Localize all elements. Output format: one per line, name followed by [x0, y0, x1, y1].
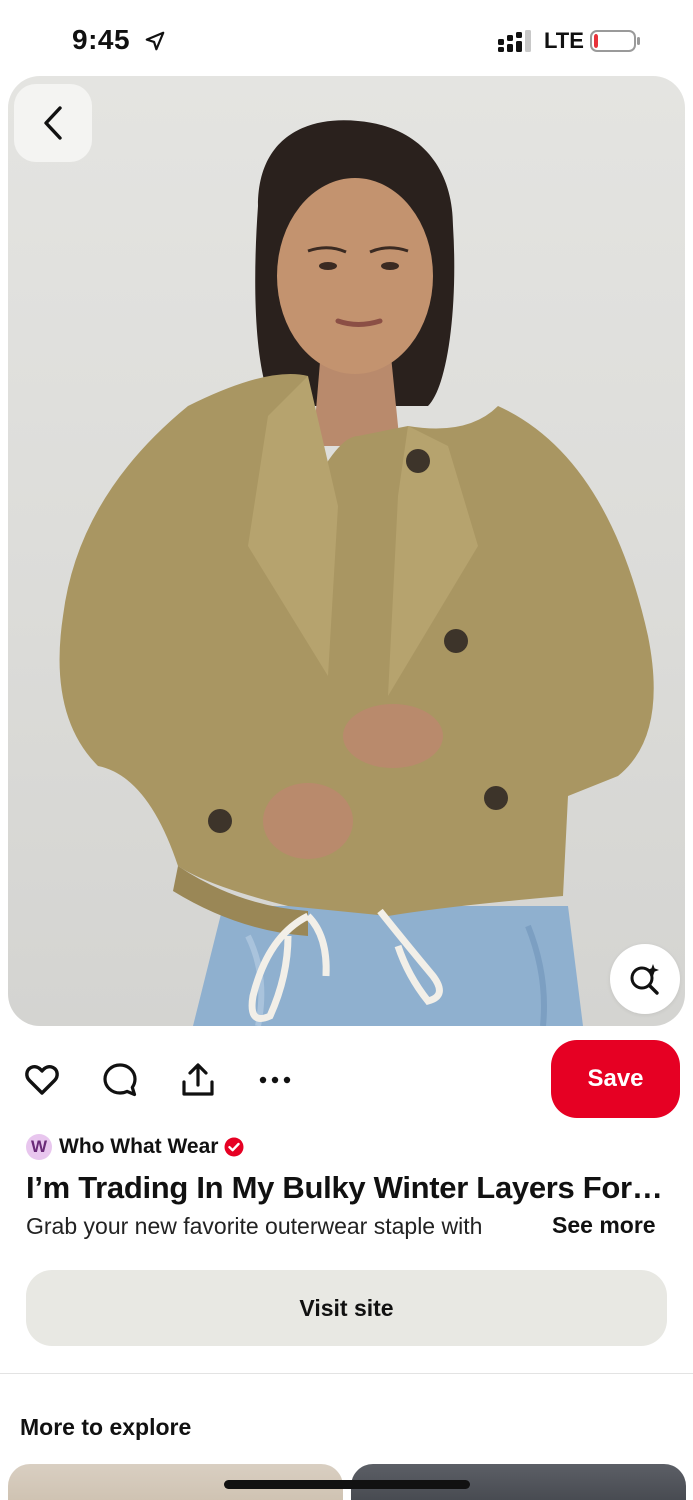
- pin-description: Grab your new favorite outerwear staple …: [26, 1213, 483, 1239]
- sparkle-search-icon: [630, 964, 659, 995]
- network-type: LTE: [544, 28, 584, 53]
- share-icon: [182, 1063, 214, 1096]
- comment-icon: [103, 1063, 137, 1097]
- more-icon: [259, 1076, 291, 1084]
- more-options-button[interactable]: [255, 1060, 295, 1100]
- creator-row[interactable]: W Who What Wear: [26, 1133, 244, 1161]
- status-time: 9:45: [72, 24, 131, 55]
- share-button[interactable]: [178, 1060, 218, 1100]
- pin-title: I’m Trading In My Bulky Winter Layers Fo…: [26, 1170, 663, 1205]
- section-divider: [0, 1373, 693, 1374]
- like-button[interactable]: [22, 1060, 62, 1100]
- pin-actions: Save: [0, 1040, 693, 1118]
- more-to-explore-heading: More to explore: [20, 1414, 192, 1440]
- visit-site-button[interactable]: Visit site: [26, 1270, 667, 1346]
- signal-icon: [498, 30, 531, 52]
- creator-name[interactable]: Who What Wear: [59, 1135, 218, 1159]
- back-button[interactable]: [14, 84, 92, 162]
- battery-icon: [590, 30, 640, 52]
- pin-photo: [59, 120, 654, 1026]
- visual-search-button[interactable]: [610, 944, 680, 1014]
- heart-icon: [25, 1064, 59, 1095]
- status-bar: 9:45 LTE: [0, 0, 693, 76]
- pin-image[interactable]: [8, 76, 685, 1026]
- save-button[interactable]: Save: [551, 1040, 680, 1118]
- creator-avatar[interactable]: W: [26, 1134, 52, 1160]
- comment-button[interactable]: [100, 1060, 140, 1100]
- see-more-link[interactable]: See more: [552, 1212, 656, 1239]
- verified-badge-icon: [224, 1137, 244, 1157]
- home-indicator: [224, 1480, 470, 1489]
- location-arrow-icon: [145, 31, 165, 51]
- chevron-left-icon: [44, 106, 62, 140]
